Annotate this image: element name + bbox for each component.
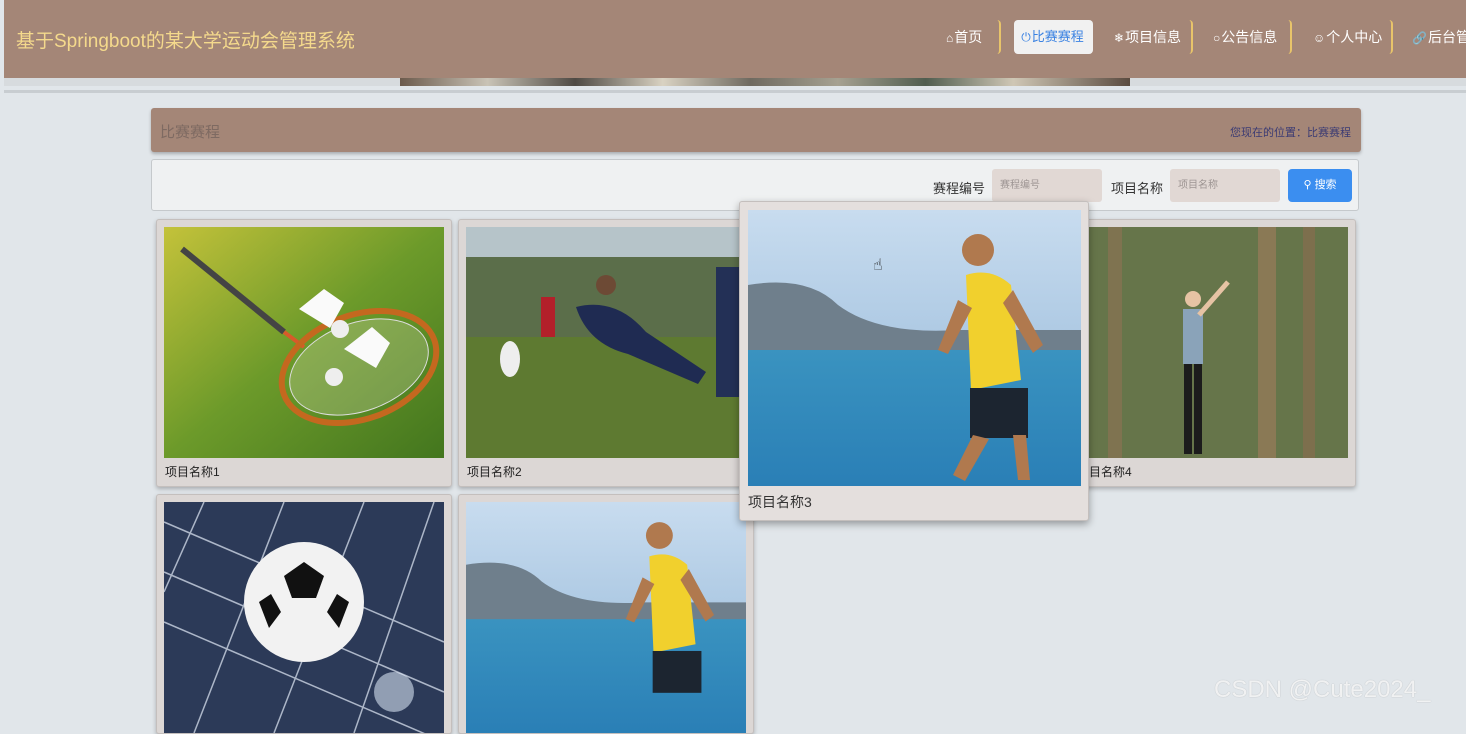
card-name: 项目名称3: [748, 494, 812, 510]
snowflake-icon: ❄: [1114, 31, 1125, 45]
nav-admin[interactable]: 🔗后台管: [1412, 20, 1466, 54]
user-icon: ☺: [1313, 31, 1326, 45]
card-photo-badminton: [164, 227, 444, 458]
project-card-hovered[interactable]: 项目名称3: [739, 201, 1089, 521]
project-name-label: 项目名称: [1111, 181, 1164, 196]
circle-icon: ○: [1213, 31, 1221, 45]
breadcrumb: 您现在的位置：比赛赛程: [1230, 127, 1351, 139]
nav-notices-label: 公告信息: [1221, 29, 1278, 45]
nav-home[interactable]: ⌂首页: [946, 20, 1001, 54]
nav-admin-label: 后台管: [1427, 29, 1466, 45]
hand-cursor-icon: ☝: [873, 257, 883, 274]
card-name: 目名称4: [1089, 465, 1132, 479]
site-title: 基于Springboot的某大学运动会管理系统: [16, 31, 355, 52]
project-card[interactable]: [458, 494, 754, 734]
card-name: 项目名称2: [467, 465, 522, 479]
schedule-no-input[interactable]: [992, 169, 1102, 202]
link-icon: 🔗: [1412, 31, 1427, 45]
project-card[interactable]: [156, 494, 452, 734]
project-card[interactable]: 项目名称1: [156, 219, 452, 487]
power-icon: ⏻: [1021, 30, 1031, 44]
search-icon: ⚲: [1303, 179, 1312, 191]
nav-projects-label: 项目信息: [1125, 29, 1182, 45]
nav-profile[interactable]: ☺个人中心: [1313, 20, 1393, 54]
schedule-no-label: 赛程编号: [933, 181, 986, 196]
page-title: 比赛赛程: [160, 124, 221, 141]
search-button-label: 搜索: [1314, 179, 1337, 191]
card-photo-runner: [466, 502, 746, 733]
card-photo-frisbee: [466, 227, 746, 458]
banner-image: [400, 78, 1130, 86]
card-name: 项目名称1: [165, 465, 220, 479]
header-divider: [4, 90, 1466, 93]
project-card[interactable]: 项目名称2: [458, 219, 754, 487]
watermark: CSDN @Cute2024_: [1214, 676, 1431, 703]
banner-strip: [4, 78, 1466, 86]
nav-profile-label: 个人中心: [1326, 29, 1383, 45]
nav-schedule-label: 比赛赛程: [1031, 29, 1084, 44]
project-name-input[interactable]: [1170, 169, 1280, 202]
top-header: 基于Springboot的某大学运动会管理系统 ⌂首页 ⏻比赛赛程 ❄项目信息 …: [4, 0, 1466, 78]
nav-notices[interactable]: ○公告信息: [1213, 20, 1292, 54]
card-photo-runner: [748, 210, 1081, 486]
card-photo-forest-stretch: [1068, 227, 1348, 458]
home-icon: ⌂: [946, 31, 954, 45]
search-button[interactable]: ⚲ 搜索: [1288, 169, 1352, 202]
nav-home-label: 首页: [954, 29, 983, 45]
page-title-bar: 比赛赛程 您现在的位置：比赛赛程: [151, 108, 1361, 152]
nav-schedule[interactable]: ⏻比赛赛程: [1014, 20, 1093, 54]
nav-projects[interactable]: ❄项目信息: [1114, 20, 1193, 54]
project-card[interactable]: 目名称4: [1060, 219, 1356, 487]
card-photo-soccer: [164, 502, 444, 733]
